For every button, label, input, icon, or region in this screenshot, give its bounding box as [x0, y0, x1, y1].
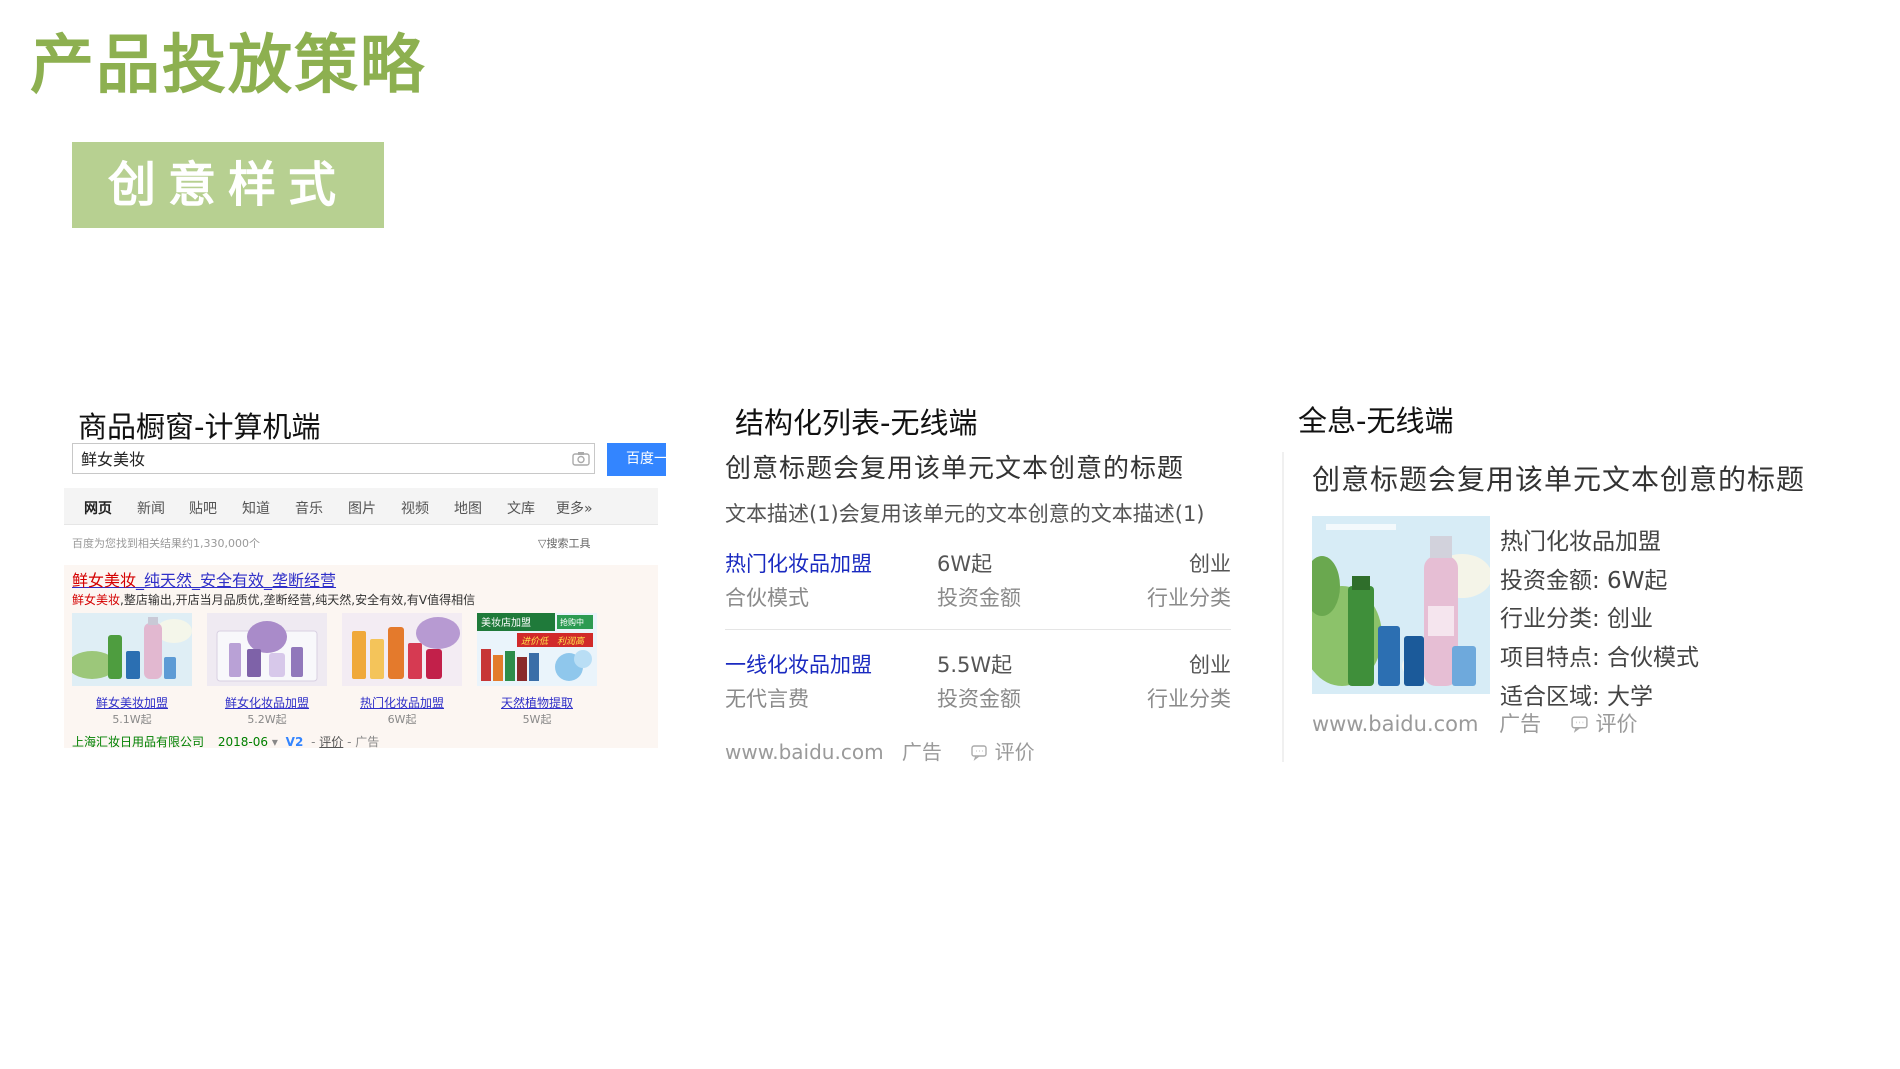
row-divider	[725, 629, 1231, 630]
comment-icon	[1570, 712, 1589, 736]
product-price: 5.2W起	[247, 713, 287, 726]
comment-icon	[970, 740, 988, 764]
search-bar: 鲜女美妆 百度一	[72, 443, 666, 476]
item-subtitle: 无代言费	[725, 687, 809, 711]
nav-tab-images[interactable]: 图片	[348, 498, 376, 518]
display-url[interactable]: www.baidu.com	[725, 740, 884, 764]
ad-desc-keyword: 鲜女美妆	[72, 593, 121, 607]
label-full-info: 全息-无线端	[1298, 404, 1454, 438]
product-image	[72, 613, 192, 686]
nav-tab-music[interactable]: 音乐	[295, 498, 323, 518]
item-amount-label: 投资金额	[937, 687, 1021, 711]
info-line: 项目特点: 合伙模式	[1500, 645, 1700, 671]
rating-button[interactable]: 评价	[1570, 712, 1638, 736]
display-url[interactable]: www.baidu.com	[1312, 712, 1478, 736]
nav-tab-video[interactable]: 视频	[401, 498, 429, 518]
structured-list-preview: 创意标题会复用该单元文本创意的标题 文本描述(1)会复用该单元的文本创意的文本描…	[725, 448, 1231, 768]
product-price: 5W起	[522, 713, 552, 726]
ad-footer: www.baidu.com 广告 评价	[1312, 708, 1638, 738]
ad-tag: 广告	[355, 735, 380, 749]
product-image: 美妆店加盟 抢购中 进价低 利润高	[477, 613, 597, 686]
info-line: 热门化妆品加盟	[1500, 529, 1661, 555]
product-window: 鲜女美妆加盟 5.1W起 鲜女化妆品加盟 5.2W起 热门化妆品加盟 6W起 美…	[72, 613, 658, 726]
label-desktop: 商品橱窗-计算机端	[78, 410, 321, 444]
item-amount: 6W起	[937, 552, 993, 576]
section-badge: 创意样式	[72, 142, 384, 228]
product-card[interactable]: 热门化妆品加盟 6W起	[342, 613, 462, 726]
product-name[interactable]: 天然植物提取	[477, 694, 597, 711]
rating-label: 评价	[1595, 712, 1638, 736]
nav-tab-news[interactable]: 新闻	[137, 498, 165, 518]
camera-icon[interactable]	[572, 451, 590, 470]
panel-divider	[1282, 452, 1284, 762]
search-tools-label: 搜索工具	[546, 537, 591, 550]
advertiser-name: 上海汇妆日用品有限公司	[72, 735, 205, 749]
product-name[interactable]: 热门化妆品加盟	[342, 694, 462, 711]
info-line: 行业分类: 创业	[1500, 606, 1654, 632]
product-name[interactable]: 鲜女化妆品加盟	[207, 694, 327, 711]
result-count: 百度为您找到相关结果约1,330,000个	[72, 537, 260, 550]
rating-label: 评价	[994, 740, 1035, 764]
promo-text: 利润高	[557, 636, 586, 647]
promo-text: 美妆店加盟	[481, 616, 531, 629]
ad-title-keyword: 鲜女美妆	[72, 571, 137, 590]
product-card[interactable]: 鲜女化妆品加盟 5.2W起	[207, 613, 327, 726]
product-price: 6W起	[387, 713, 417, 726]
rating-link[interactable]: 评价	[319, 735, 343, 749]
product-image[interactable]	[1312, 516, 1490, 694]
dropdown-arrow-icon[interactable]: ▾	[272, 735, 278, 749]
item-name[interactable]: 一线化妆品加盟	[725, 649, 872, 679]
promo-text: 进价低	[521, 636, 549, 647]
ad-tag: 广告	[901, 740, 942, 764]
ad-description: 鲜女美妆,整店输出,开店当月品质优,垄断经营,纯天然,安全有效,有V值得相信	[72, 591, 475, 608]
ad-title[interactable]: 创意标题会复用该单元文本创意的标题	[725, 448, 1184, 485]
item-category: 创业	[1189, 653, 1231, 677]
nav-tab-zhidao[interactable]: 知道	[242, 498, 270, 518]
nav-tab-wenku[interactable]: 文库	[507, 498, 535, 518]
product-name[interactable]: 鲜女美妆加盟	[72, 694, 192, 711]
desktop-ad-preview: 鲜女美妆 百度一 网页 新闻 贴吧 知道 音乐 图片 视频 地图 文库 更多» …	[64, 443, 666, 750]
item-category-label: 行业分类	[1147, 586, 1231, 610]
search-tools[interactable]: ▽搜索工具	[538, 535, 590, 551]
ad-footer: 上海汇妆日用品有限公司 2018-06 ▾ V2 - 评价 - 广告	[72, 733, 379, 750]
label-structured: 结构化列表-无线端	[735, 406, 978, 440]
search-input[interactable]: 鲜女美妆	[72, 443, 595, 474]
ad-footer: www.baidu.com 广告 评价	[725, 736, 1035, 765]
page-title: 产品投放策略	[30, 29, 426, 103]
list-item[interactable]: 一线化妆品加盟 无代言费 5.5W起 投资金额 创业 行业分类	[725, 649, 1231, 719]
info-line: 适合区域: 大学	[1500, 684, 1654, 710]
ad-tag: 广告	[1499, 712, 1542, 736]
ad-title-rest: _纯天然_安全有效_垄断经营	[136, 571, 337, 590]
nav-tab-more[interactable]: 更多»	[556, 498, 593, 518]
search-button[interactable]: 百度一	[607, 443, 666, 476]
ad-date: 2018-06	[217, 735, 268, 749]
item-subtitle: 合伙模式	[725, 586, 809, 610]
item-amount-label: 投资金额	[937, 586, 1021, 610]
list-item[interactable]: 热门化妆品加盟 合伙模式 6W起 投资金额 创业 行业分类	[725, 548, 1231, 618]
product-card[interactable]: 美妆店加盟 抢购中 进价低 利润高 天然植物提取 5W起	[477, 613, 597, 726]
nav-tab-tieba[interactable]: 贴吧	[189, 498, 217, 518]
item-name[interactable]: 热门化妆品加盟	[725, 548, 872, 578]
ad-title[interactable]: 创意标题会复用该单元文本创意的标题	[1312, 458, 1805, 498]
item-category: 创业	[1189, 552, 1231, 576]
ad-title-link[interactable]: 鲜女美妆_纯天然_安全有效_垄断经营	[72, 567, 336, 591]
search-nav: 网页 新闻 贴吧 知道 音乐 图片 视频 地图 文库 更多»	[64, 488, 658, 525]
ad-description: 文本描述(1)会复用该单元的文本创意的文本描述(1)	[725, 502, 1205, 526]
item-amount: 5.5W起	[937, 653, 1013, 677]
product-card[interactable]: 鲜女美妆加盟 5.1W起	[72, 613, 192, 726]
v-rank-badge[interactable]: V2	[286, 735, 304, 749]
product-image	[342, 613, 462, 686]
item-category-label: 行业分类	[1147, 687, 1231, 711]
promo-text: 抢购中	[560, 617, 584, 627]
ad-desc-rest: ,整店输出,开店当月品质优,垄断经营,纯天然,安全有效,有V值得相信	[120, 593, 476, 607]
product-price: 5.1W起	[112, 713, 152, 726]
info-line: 投资金额: 6W起	[1500, 568, 1668, 594]
rating-button[interactable]: 评价	[970, 740, 1035, 764]
product-image	[207, 613, 327, 686]
full-info-preview: 创意标题会复用该单元文本创意的标题 热门化妆品加盟 投资金额: 6W起 行业分类…	[1312, 458, 1872, 758]
nav-tab-web[interactable]: 网页	[84, 498, 112, 518]
nav-tab-map[interactable]: 地图	[454, 498, 482, 518]
